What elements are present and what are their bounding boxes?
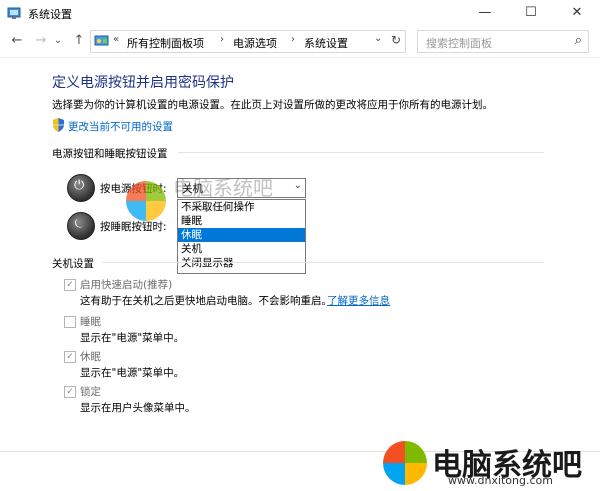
control-panel-location-icon (94, 35, 109, 46)
hibernate-checkbox[interactable]: ✓ (64, 351, 76, 363)
dropdown-option[interactable]: 关闭显示器 (178, 256, 305, 270)
fast-startup-checkbox[interactable]: ✓ (64, 279, 76, 291)
search-icon[interactable]: ⌕ (575, 33, 582, 48)
refresh-button[interactable]: ↻ (391, 33, 401, 47)
watermark-logo-large-icon (383, 441, 427, 485)
search-input[interactable]: 搜索控制面板 ⌕ (417, 30, 589, 53)
lock-label: 锁定 (80, 386, 101, 398)
sleep-checkbox[interactable] (64, 316, 76, 328)
address-bar[interactable]: « 所有控制面板项 › 电源选项 › 系统设置 ⌄ ↻ (90, 30, 406, 53)
section-divider (102, 262, 544, 263)
address-dropdown-button[interactable]: ⌄ (374, 33, 382, 44)
watermark-logo-icon (126, 181, 166, 221)
hibernate-label: 休眠 (80, 351, 101, 363)
title-bar: 系统设置 — ☐ ✕ (0, 0, 600, 26)
back-button[interactable]: ← (8, 32, 26, 50)
control-panel-icon (7, 7, 21, 19)
maximize-button[interactable]: ☐ (508, 0, 554, 26)
breadcrumb-overflow[interactable]: « (113, 34, 119, 45)
fast-startup-description: 这有助于在关机之后更快地启动电脑。不会影响重启。 (80, 295, 332, 307)
uac-shield-icon (53, 118, 64, 132)
chevron-down-icon[interactable]: ⌄ (294, 180, 302, 191)
fast-startup-label: 启用快速启动(推荐) (80, 279, 173, 291)
divider (0, 57, 600, 58)
shutdown-section-heading: 关机设置 (52, 258, 94, 270)
lock-checkbox[interactable]: ✓ (64, 386, 76, 398)
learn-more-link[interactable]: 了解更多信息 (327, 293, 390, 308)
breadcrumb-item[interactable]: 电源选项 (233, 35, 277, 51)
hibernate-description: 显示在"电源"菜单中。 (80, 367, 185, 379)
sleep-button-icon: ⏾ (67, 212, 95, 240)
page-description: 选择要为你的计算机设置的电源设置。在此页上对设置所做的更改将应用于你所有的电源计… (52, 99, 493, 111)
up-button[interactable]: ↑ (70, 32, 88, 50)
breadcrumb-item[interactable]: 系统设置 (304, 35, 348, 51)
search-placeholder: 搜索控制面板 (426, 37, 492, 50)
breadcrumb-item[interactable]: 所有控制面板项 (127, 35, 204, 51)
watermark-text-small: 电脑系统吧 (173, 176, 273, 200)
sleep-label: 睡眠 (80, 316, 101, 328)
breadcrumb-separator[interactable]: › (220, 34, 224, 45)
close-button[interactable]: ✕ (554, 0, 600, 26)
minimize-button[interactable]: — (462, 0, 508, 26)
dropdown-option[interactable]: 关机 (178, 242, 305, 256)
change-unavailable-settings-link[interactable]: 更改当前不可用的设置 (68, 119, 173, 134)
dropdown-option-selected[interactable]: 休眠 (178, 228, 305, 242)
breadcrumb-separator[interactable]: › (291, 34, 295, 45)
watermark-url-large: www.dnxitong.com (448, 474, 553, 487)
page-title: 定义电源按钮并启用密码保护 (52, 75, 234, 91)
section-divider (178, 152, 544, 153)
forward-button[interactable]: → (32, 32, 50, 50)
dropdown-option[interactable]: 睡眠 (178, 214, 305, 228)
recent-locations-button[interactable]: ⌄ (52, 32, 64, 50)
watermark-url-small: itong.com (186, 203, 232, 213)
sleep-description: 显示在"电源"菜单中。 (80, 332, 185, 344)
window-title: 系统设置 (28, 8, 72, 21)
power-section-heading: 电源按钮和睡眠按钮设置 (52, 148, 168, 160)
lock-description: 显示在用户头像菜单中。 (80, 402, 196, 414)
power-button-icon: ⏻ (67, 174, 95, 202)
